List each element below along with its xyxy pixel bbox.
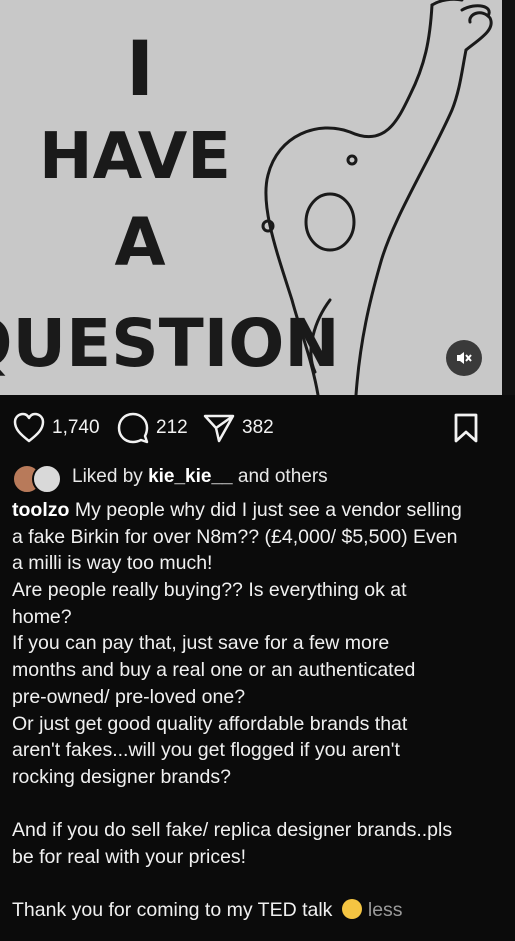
heart-icon [13, 412, 45, 443]
caption-line: months and buy a real one or an authenti… [12, 659, 416, 682]
image-word-i: I [126, 24, 154, 113]
caption-line: toolzo My people why did I just see a ve… [12, 497, 504, 524]
share-button[interactable]: 382 [202, 406, 274, 450]
comment-icon [117, 412, 149, 444]
speaker-muted-icon [457, 352, 472, 364]
like-button[interactable]: 1,740 [12, 406, 100, 450]
image-word-have: HAVE [39, 120, 231, 194]
caption-line: Are people really buying?? Is everything… [12, 579, 407, 602]
liked-by-row[interactable]: Liked by kie_kie__ and others [12, 462, 328, 494]
mute-button[interactable] [446, 340, 482, 376]
image-word-a: A [114, 204, 165, 281]
action-bar: 1,740 212 382 [0, 406, 515, 450]
liked-by-suffix: and others [237, 466, 328, 487]
caption-line: aren't fakes...will you get flogged if y… [12, 739, 400, 762]
post-media[interactable]: I HAVE A QUESTION [0, 0, 502, 395]
post-caption: toolzo My people why did I just see a ve… [12, 497, 504, 924]
caption-line: home? [12, 605, 72, 628]
less-button[interactable]: less [368, 899, 403, 921]
question-illustration: I HAVE A QUESTION [0, 0, 493, 395]
comment-button[interactable]: 212 [116, 406, 188, 450]
caption-line: a milli is way too much! [12, 552, 213, 575]
comment-count: 212 [156, 417, 188, 438]
save-button[interactable] [452, 412, 480, 449]
liked-by-avatars [12, 463, 64, 494]
caption-line: pre-owned/ pre-loved one? [12, 685, 246, 708]
send-icon [203, 414, 235, 443]
image-word-question: QUESTION [0, 305, 340, 382]
caption-text: My people why did I just see a vendor se… [69, 499, 462, 521]
media-edge [502, 0, 515, 395]
share-count: 382 [242, 417, 274, 438]
bookmark-icon [454, 413, 478, 443]
caption-line: If you can pay that, just save for a few… [12, 632, 390, 655]
caption-line: Or just get good quality affordable bran… [12, 712, 408, 735]
grimacing-emoji-icon [341, 899, 362, 920]
caption-username[interactable]: toolzo [12, 499, 69, 521]
caption-line: be for real with your prices! [12, 845, 247, 868]
avatar [32, 464, 62, 494]
liked-by-user[interactable]: kie_kie__ [148, 466, 233, 488]
caption-text: Thank you for coming to my TED talk [12, 899, 333, 922]
liked-by-prefix: Liked by [72, 466, 143, 487]
caption-line: rocking designer brands? [12, 765, 231, 788]
like-count: 1,740 [52, 417, 100, 438]
caption-line: a fake Birkin for over N8m?? (£4,000/ $5… [12, 525, 458, 548]
caption-line: Thank you for coming to my TED talk less [12, 897, 504, 924]
caption-line: And if you do sell fake/ replica designe… [12, 819, 453, 842]
